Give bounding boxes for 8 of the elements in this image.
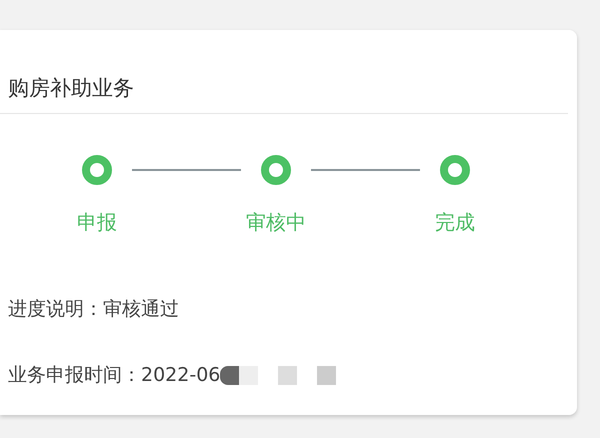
field-label: 进度说明： bbox=[8, 297, 103, 322]
step-label: 完成 bbox=[435, 209, 475, 236]
field-value: 2022-06 bbox=[141, 364, 220, 386]
step-label: 审核中 bbox=[246, 209, 306, 236]
card-title: 购房补助业务 bbox=[7, 75, 135, 102]
field-value: 审核通过 bbox=[103, 297, 179, 322]
step-label: 申报 bbox=[77, 209, 117, 236]
field-label: 业务申报时间： bbox=[8, 363, 141, 388]
